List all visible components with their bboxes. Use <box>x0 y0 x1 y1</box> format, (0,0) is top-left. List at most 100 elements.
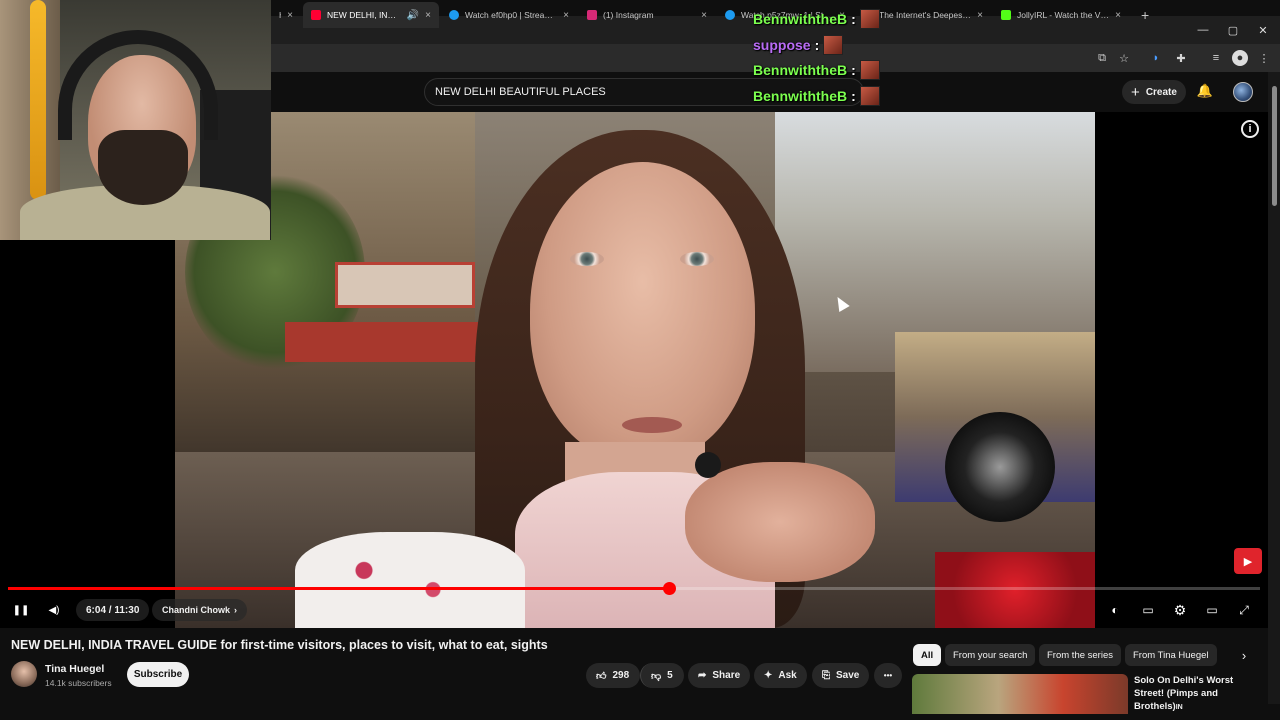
fullscreen-icon[interactable]: ⤢ <box>1234 600 1254 620</box>
progress-scrubber-handle[interactable] <box>663 582 677 595</box>
info-icon[interactable]: i <box>1241 120 1259 138</box>
video-title: NEW DELHI, INDIA TRAVEL GUIDE for first-… <box>11 638 548 652</box>
ask-button[interactable]: ✦ Ask <box>754 663 807 688</box>
tab-label: The Internet's Deepest Rabbit Hole <box>879 10 971 20</box>
more-actions-button[interactable]: ••• <box>874 663 902 688</box>
subscribe-button[interactable]: Subscribe <box>127 662 189 687</box>
new-tab-button[interactable]: + <box>1133 2 1155 28</box>
volume-button[interactable]: ◀) <box>44 600 64 620</box>
chat-message: suppose : <box>753 35 844 55</box>
save-button[interactable]: ⎘ Save <box>812 663 870 688</box>
chevron-right-icon: › <box>234 605 237 615</box>
media-control-icon[interactable]: ≡ <box>1208 50 1224 66</box>
chip-from-channel[interactable]: From Tina Huegel <box>1125 644 1217 666</box>
recommended-video-thumbnail[interactable] <box>912 674 1128 714</box>
video-frame[interactable] <box>175 112 1095 628</box>
tab-close-icon[interactable]: × <box>977 10 983 21</box>
captions-icon[interactable]: ▭ <box>1138 600 1158 620</box>
chip-from-the-series[interactable]: From the series <box>1039 644 1121 666</box>
recommended-title-suffix: IN <box>1175 704 1183 711</box>
chat-separator: : <box>851 88 856 104</box>
subscribe-watermark-icon[interactable]: ▶ <box>1234 548 1262 574</box>
tab-close-icon[interactable]: × <box>701 10 707 21</box>
profile-icon[interactable]: ● <box>1232 50 1248 66</box>
create-button[interactable]: + Create <box>1122 80 1186 104</box>
chat-emote-icon <box>823 35 844 55</box>
scene-red-cloth <box>935 552 1095 628</box>
chip-all[interactable]: All <box>913 644 942 666</box>
tab-jollyirl[interactable]: JollyIRL - Watch the VOD × <box>993 2 1129 28</box>
chat-emote-icon <box>859 9 880 29</box>
save-label: Save <box>836 670 860 681</box>
chip-from-your-search[interactable]: From your search <box>945 644 1036 666</box>
tab-close-icon[interactable]: × <box>1115 10 1121 21</box>
pause-button[interactable]: ❚❚ <box>12 600 30 620</box>
tab-label: Watch ef0hp0 | Streamable <box>465 10 557 20</box>
recommended-title-text: Solo On Delhi's Worst Street! (Pimps and… <box>1134 675 1234 712</box>
chat-separator: : <box>851 11 856 27</box>
webcam-lamp <box>30 0 46 200</box>
sparkle-icon: ✦ <box>764 670 773 681</box>
browser-menu-icon[interactable]: ⋮ <box>1256 50 1272 66</box>
tab-streamable-1[interactable]: Watch ef0hp0 | Streamable × <box>441 2 577 28</box>
extension-icon[interactable]: ◗ <box>1148 50 1164 66</box>
install-app-icon[interactable]: ⧉ <box>1094 50 1110 66</box>
maximize-icon[interactable]: ▢ <box>1218 16 1248 44</box>
presenter-hand <box>685 462 875 582</box>
channel-name[interactable]: Tina Huegel <box>45 663 104 675</box>
scrollbar-thumb[interactable] <box>1272 86 1277 206</box>
tab-close-icon[interactable]: × <box>425 10 431 21</box>
chat-message: BennwiththeB : <box>753 9 880 29</box>
tab-instagram[interactable]: (1) Instagram × <box>579 2 715 28</box>
minimize-icon[interactable]: — <box>1188 16 1218 44</box>
thumbs-down-icon: 👎︎ <box>651 670 662 682</box>
like-count: 298 <box>612 670 630 681</box>
audio-icon[interactable]: 🔊 <box>407 10 419 21</box>
youtube-favicon-icon <box>311 10 321 20</box>
tab-close-icon[interactable]: × <box>287 10 293 21</box>
close-window-icon[interactable]: ✕ <box>1248 16 1278 44</box>
chat-username: BennwiththeB <box>753 62 848 78</box>
presenter-eye <box>570 252 604 266</box>
presenter-blouse <box>295 532 525 628</box>
like-button[interactable]: 👍︎ 298 <box>586 663 640 688</box>
lapel-microphone <box>695 452 721 478</box>
notifications-bell-icon[interactable]: 🔔 <box>1196 82 1214 100</box>
bookmark-star-icon[interactable]: ☆ <box>1116 50 1132 66</box>
settings-icon[interactable]: ⚙ <box>1170 600 1190 620</box>
autoplay-toggle[interactable]: ◐ <box>1104 600 1126 620</box>
share-label: Share <box>712 670 741 681</box>
chevron-right-icon[interactable]: › <box>1234 645 1254 665</box>
subscriber-count: 14.1k subscribers <box>45 678 112 688</box>
share-icon: ➦ <box>698 670 707 681</box>
chapter-button[interactable]: Chandni Chowk › <box>152 599 247 621</box>
bookmark-icon: ⎘ <box>822 670 830 681</box>
instagram-favicon-icon <box>587 10 597 20</box>
theater-icon[interactable]: ▭ <box>1202 600 1222 620</box>
recommended-video-title[interactable]: Solo On Delhi's Worst Street! (Pimps and… <box>1134 674 1264 714</box>
dislike-count: 5 <box>667 670 673 681</box>
chapter-label: Chandni Chowk <box>162 605 230 615</box>
tab-label: (1) Instagram <box>603 10 654 20</box>
ask-label: Ask <box>778 670 797 681</box>
create-label: Create <box>1145 86 1177 98</box>
plus-icon: + <box>1131 83 1140 101</box>
thumbs-up-icon: 👍︎ <box>596 670 607 682</box>
presenter-mouth <box>622 417 682 433</box>
scene-wheel <box>945 412 1055 522</box>
channel-avatar[interactable] <box>11 661 37 687</box>
chat-emote-icon <box>859 86 880 106</box>
tab-label: NEW DELHI, INDIA TRAVEL <box>327 10 401 20</box>
progress-bar[interactable] <box>8 582 1260 595</box>
tab-close-icon[interactable]: × <box>563 10 569 21</box>
extensions-puzzle-icon[interactable]: ✚ <box>1173 50 1189 66</box>
scene-shop-sign <box>285 322 485 362</box>
account-avatar[interactable] <box>1233 82 1253 102</box>
scene-shop-sign <box>335 262 475 308</box>
kick-favicon-icon <box>1001 10 1011 20</box>
share-button[interactable]: ➦ Share <box>688 663 751 688</box>
dislike-button[interactable]: 👎︎ 5 <box>640 663 684 688</box>
tab-partial[interactable]: H × <box>271 2 301 28</box>
tab-new-delhi[interactable]: NEW DELHI, INDIA TRAVEL 🔊 × <box>303 2 439 28</box>
headphones-icon <box>58 30 218 140</box>
